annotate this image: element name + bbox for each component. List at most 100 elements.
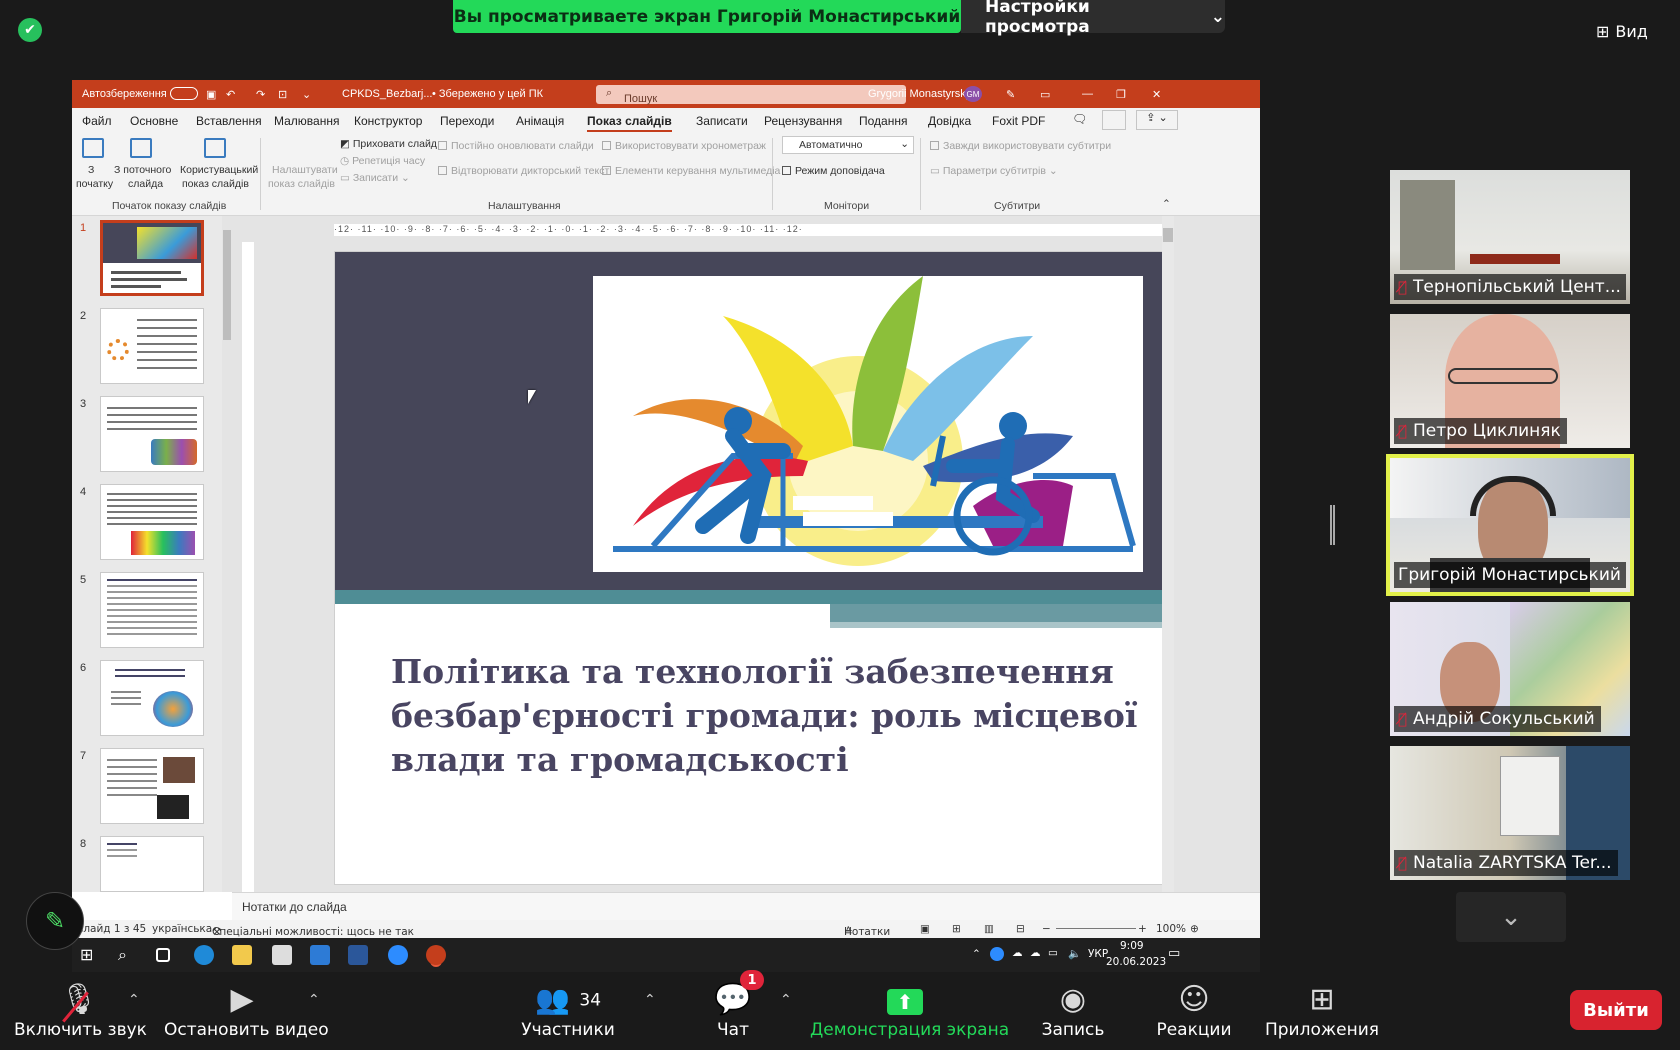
- search-icon[interactable]: ⌕: [118, 945, 138, 965]
- zoom-out-icon[interactable]: −: [1042, 923, 1051, 935]
- media-controls-checkbox[interactable]: Елементи керування мультимедіа: [602, 165, 780, 177]
- normal-view-icon[interactable]: ▣: [920, 923, 930, 935]
- collapse-ribbon-icon[interactable]: ⌃: [1162, 198, 1171, 210]
- slideshow-view-icon[interactable]: ⊟: [1016, 923, 1025, 935]
- minimize-icon[interactable]: —: [1082, 88, 1093, 100]
- tab-record[interactable]: Записати: [696, 114, 748, 128]
- slide-thumbnail-6[interactable]: [100, 660, 204, 736]
- tab-draw[interactable]: Малювання: [274, 114, 339, 128]
- tab-animations[interactable]: Анімація: [516, 114, 564, 128]
- tab-design[interactable]: Конструктор: [354, 114, 422, 128]
- participant-tile[interactable]: 🎙̸ Андрій Сокульський: [1390, 602, 1630, 736]
- apps-button[interactable]: ⊞ Приложения: [1264, 980, 1380, 1040]
- participant-tile[interactable]: 🎙̸ Natalia ZARYTSKA Ter...: [1390, 746, 1630, 880]
- from-beginning-icon[interactable]: ⊡: [278, 88, 287, 101]
- record-button[interactable]: ◉ Запись: [1036, 980, 1110, 1040]
- participant-tile[interactable]: 🎙̸ Тернопільський Цент...: [1390, 170, 1630, 304]
- slide-thumbnail-5[interactable]: [100, 572, 204, 648]
- clock-date[interactable]: 20.06.2023: [1106, 956, 1166, 968]
- setup-show-label-2[interactable]: показ слайдів: [268, 178, 335, 190]
- stop-video-button[interactable]: ▶ Остановить видео: [164, 980, 329, 1040]
- scrollbar-thumb[interactable]: [1163, 228, 1173, 242]
- tab-transitions[interactable]: Переходи: [440, 114, 494, 128]
- unmute-button[interactable]: 🎙 Включить звук: [14, 980, 147, 1040]
- slide-thumbnail-2[interactable]: [100, 308, 204, 384]
- slide-thumbnail-3[interactable]: [100, 396, 204, 472]
- play-narrations-checkbox[interactable]: Відтворювати дикторський текст: [438, 165, 609, 177]
- tab-review[interactable]: Рецензування: [764, 114, 842, 128]
- security-shield-icon[interactable]: ✔: [18, 18, 42, 42]
- custom-show-label-2[interactable]: показ слайдів: [182, 178, 249, 190]
- current-slide[interactable]: Політика та технології забезпечення безб…: [334, 251, 1172, 885]
- speaker-icon[interactable]: 🔈: [1068, 947, 1081, 960]
- monitor-select[interactable]: Автоматично ⌄: [782, 136, 914, 154]
- rehearse-timings-button[interactable]: ◷ Репетиція часу: [340, 155, 425, 167]
- onedrive-icon[interactable]: ☁: [1012, 947, 1023, 959]
- reading-view-icon[interactable]: ▥: [984, 923, 994, 935]
- zoom-app-icon[interactable]: [388, 945, 408, 965]
- task-view-icon[interactable]: [156, 948, 170, 962]
- redo-icon[interactable]: ↷: [256, 88, 265, 101]
- slide-title[interactable]: Політика та технології забезпечення безб…: [391, 650, 1151, 782]
- hide-slide-button[interactable]: ◩ Приховати слайд: [340, 138, 437, 150]
- tab-home[interactable]: Основне: [130, 114, 178, 128]
- language-indicator[interactable]: українська: [152, 923, 212, 935]
- canvas-scrollbar[interactable]: [1162, 216, 1174, 892]
- slide-sorter-icon[interactable]: ⊞: [952, 923, 961, 935]
- update-slides-checkbox[interactable]: Постійно оновлювати слайди: [438, 140, 594, 152]
- comments-icon[interactable]: 🗨: [1072, 112, 1087, 126]
- view-mode-button[interactable]: ⊞ Вид: [1596, 16, 1666, 46]
- more-participants-button[interactable]: ⌄: [1456, 892, 1566, 942]
- word-icon[interactable]: [348, 945, 368, 965]
- annotate-pen-button[interactable]: ✎: [26, 892, 84, 950]
- thumbnails-scrollbar[interactable]: [222, 216, 232, 892]
- share-icon[interactable]: ⇪ ⌄: [1136, 110, 1178, 130]
- audio-options-caret[interactable]: ⌃: [128, 992, 140, 1008]
- tab-insert[interactable]: Вставлення: [196, 114, 262, 128]
- scrollbar-thumb[interactable]: [223, 230, 231, 340]
- slide-thumbnail-7[interactable]: [100, 748, 204, 824]
- fit-slide-icon[interactable]: ⊕: [1190, 923, 1199, 935]
- pen-icon[interactable]: ✎: [1006, 88, 1015, 101]
- slide-notes-pane[interactable]: Нотатки до слайда: [232, 892, 1260, 920]
- reactions-button[interactable]: ☺ Реакции: [1154, 980, 1234, 1040]
- participant-tile[interactable]: 🎙̸ Петро Циклиняк: [1390, 314, 1630, 448]
- slide-thumbnail-8[interactable]: [100, 836, 204, 892]
- clock-time[interactable]: 9:09: [1120, 940, 1144, 952]
- share-screen-button[interactable]: ⬆ Демонстрация экрана: [810, 980, 1009, 1040]
- participants-button[interactable]: 👥 34 Участники: [520, 980, 616, 1040]
- tab-foxit-pdf[interactable]: Foxit PDF: [992, 114, 1045, 128]
- tab-slide-show[interactable]: Показ слайдів: [587, 114, 672, 132]
- from-start-label-2[interactable]: початку: [76, 178, 113, 190]
- onedrive-personal-icon[interactable]: ☁: [1030, 947, 1041, 959]
- store-icon[interactable]: [310, 945, 330, 965]
- setup-show-label-1[interactable]: Налаштувати: [272, 164, 338, 176]
- always-subtitles-checkbox[interactable]: Завжди використовувати субтитри: [930, 140, 1111, 152]
- network-icon[interactable]: ▭: [1048, 947, 1058, 959]
- tray-overflow-icon[interactable]: ⌃: [972, 948, 981, 960]
- windows-start-icon[interactable]: ⊞: [80, 945, 100, 965]
- file-explorer-icon[interactable]: [232, 945, 252, 965]
- video-options-caret[interactable]: ⌃: [308, 992, 320, 1008]
- from-current-label-2[interactable]: слайда: [128, 178, 163, 190]
- close-icon[interactable]: ✕: [1152, 88, 1161, 101]
- record-dropdown[interactable]: ▭ Записати ⌄: [340, 172, 410, 184]
- edge-icon[interactable]: [194, 945, 214, 965]
- tab-view[interactable]: Подання: [859, 114, 907, 128]
- zoom-in-icon[interactable]: +: [1138, 923, 1147, 935]
- restore-icon[interactable]: ❐: [1116, 88, 1126, 101]
- present-icon[interactable]: [1102, 110, 1126, 130]
- zoom-slider[interactable]: [1056, 928, 1136, 929]
- zoom-tray-icon[interactable]: [990, 947, 1004, 961]
- presenter-view-checkbox[interactable]: Режим доповідача: [782, 165, 885, 177]
- user-name[interactable]: Grygorii Monastyrskyi: [868, 88, 974, 100]
- powerpoint-icon[interactable]: [426, 945, 446, 965]
- undo-icon[interactable]: ↶: [226, 88, 235, 101]
- use-timings-checkbox[interactable]: Використовувати хронометраж: [602, 140, 766, 152]
- participant-tile-active-speaker[interactable]: Григорій Монастирський: [1386, 454, 1634, 596]
- from-start-label-1[interactable]: З: [88, 164, 94, 176]
- shared-powerpoint-window[interactable]: Автозбереження ▣ ↶ ↷ ⊡ ⌄ CPKDS_Bezbarj..…: [72, 80, 1260, 922]
- participants-options-caret[interactable]: ⌃: [644, 992, 656, 1008]
- subtitle-settings-dropdown[interactable]: ▭ Параметри субтитрів ⌄: [930, 165, 1058, 177]
- chat-options-caret[interactable]: ⌃: [780, 992, 792, 1008]
